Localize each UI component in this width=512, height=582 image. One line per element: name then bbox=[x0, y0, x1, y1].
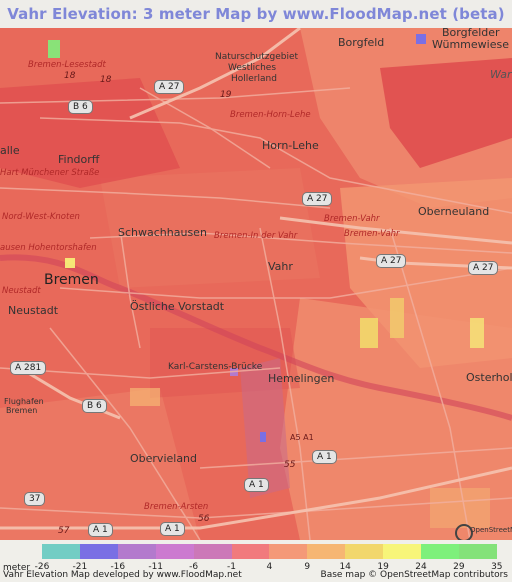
road-shield-a27-vahr: A 27 bbox=[376, 254, 407, 268]
legend-swatch bbox=[193, 544, 232, 559]
street-bremen-arsten: Bremen-Arsten bbox=[144, 502, 209, 512]
street-bremen-lesestadt: Bremen-Lesestadt bbox=[28, 60, 106, 70]
place-westliches: Westliches bbox=[228, 63, 277, 73]
road-shield-a27-top: A 27 bbox=[154, 80, 185, 94]
place-alle: alle bbox=[0, 144, 20, 157]
legend-swatch bbox=[155, 544, 194, 559]
road-shield-a1-mid: A 1 bbox=[312, 450, 337, 464]
route-number-19: 19 bbox=[220, 90, 232, 100]
place-neustadt: Neustadt bbox=[8, 304, 59, 317]
road-shield-a281: A 281 bbox=[10, 361, 47, 375]
place-schwachhausen: Schwachhausen bbox=[118, 226, 207, 239]
road-shield-b6-bottom: B 6 bbox=[82, 399, 107, 413]
place-naturschutzgebiet: Naturschutzgebiet bbox=[215, 52, 299, 62]
legend-swatch bbox=[269, 544, 308, 559]
footer-basemap-credit: Base map © OpenStreetMap contributors bbox=[320, 570, 508, 580]
legend-swatch bbox=[383, 544, 422, 559]
openstreetmap-badge: OpenStreetMap bbox=[470, 526, 512, 534]
road-shield-a1-low: A 1 bbox=[244, 478, 269, 492]
page-title: Vahr Elevation: 3 meter Map by www.Flood… bbox=[7, 5, 505, 23]
street-hohentorshafen: ausen Hohentorshafen bbox=[0, 243, 97, 253]
road-shield-a27-mid: A 27 bbox=[302, 192, 333, 206]
place-flughafen: Flughafen bbox=[4, 397, 44, 406]
street-neustadt: Neustadt bbox=[2, 286, 41, 296]
place-wummewiese: Wümmewiese bbox=[432, 38, 509, 51]
title-bar: Vahr Elevation: 3 meter Map by www.Flood… bbox=[0, 0, 512, 28]
legend-swatch bbox=[458, 544, 497, 559]
place-bremen-small: Bremen bbox=[6, 406, 38, 415]
road-shield-a27-right: A 27 bbox=[468, 261, 499, 275]
place-findorff: Findorff bbox=[58, 153, 100, 166]
place-oestliche-vorstadt: Östliche Vorstadt bbox=[130, 300, 225, 313]
route-number-18b: 18 bbox=[100, 75, 112, 85]
road-shield-a1-bottom: A 1 bbox=[88, 523, 113, 537]
place-karl-carstens-bruecke: Karl-Carstens-Brücke bbox=[168, 362, 263, 372]
legend-swatch bbox=[231, 544, 270, 559]
place-war: War bbox=[490, 68, 512, 81]
place-bremen: Bremen bbox=[44, 272, 99, 288]
legend-swatch bbox=[307, 544, 346, 559]
place-horn-lehe: Horn-Lehe bbox=[262, 139, 319, 152]
legend-swatch bbox=[117, 544, 156, 559]
street-bremen-horn-lehe: Bremen-Horn-Lehe bbox=[230, 110, 311, 120]
street-bremen-vahr-1: Bremen-Vahr bbox=[324, 214, 380, 224]
place-obervieland: Obervieland bbox=[130, 452, 198, 465]
legend-swatch bbox=[345, 544, 384, 559]
legend-tick: 9 bbox=[304, 562, 311, 572]
place-oberneuland: Oberneuland bbox=[418, 205, 490, 218]
route-number-56: 56 bbox=[198, 514, 210, 524]
route-number-55: 55 bbox=[284, 460, 296, 470]
route-number-18a: 18 bbox=[64, 71, 76, 81]
footer-credit: Vahr Elevation Map developed by www.Floo… bbox=[3, 570, 242, 580]
place-borgfeld: Borgfeld bbox=[338, 36, 385, 49]
elevation-map[interactable]: Borgfeld Borgfelder Wümmewiese Naturschu… bbox=[0, 28, 512, 540]
legend-swatch bbox=[421, 544, 459, 559]
street-bremen-in-der-vahr: Bremen-In der Vahr bbox=[214, 231, 298, 241]
street-bremen-vahr-2: Bremen-Vahr bbox=[344, 229, 400, 239]
legend-swatch bbox=[79, 544, 118, 559]
place-hollerland: Hollerland bbox=[231, 74, 277, 84]
elevation-legend: meter -26 -21 -16 -11 -6 -1 4 9 14 19 24 29 35 Vahr … bbox=[0, 540, 512, 582]
legend-tick: 4 bbox=[266, 562, 273, 572]
place-vahr: Vahr bbox=[268, 260, 293, 273]
road-label-a1-text: A5 A1 bbox=[290, 433, 314, 442]
road-shield-a1-bottom-2: A 1 bbox=[160, 522, 185, 536]
road-shield-b6-top: B 6 bbox=[68, 100, 93, 114]
legend-swatch bbox=[42, 544, 80, 559]
street-nord-west-knoten: Nord-West-Knoten bbox=[2, 212, 80, 222]
road-shield-b37: 37 bbox=[24, 492, 46, 506]
street-munchener-strasse: Hart Münchener Straße bbox=[0, 168, 100, 178]
route-number-57: 57 bbox=[58, 526, 70, 536]
place-hemelingen: Hemelingen bbox=[268, 372, 335, 385]
place-osterholz: Osterholz bbox=[466, 371, 512, 384]
